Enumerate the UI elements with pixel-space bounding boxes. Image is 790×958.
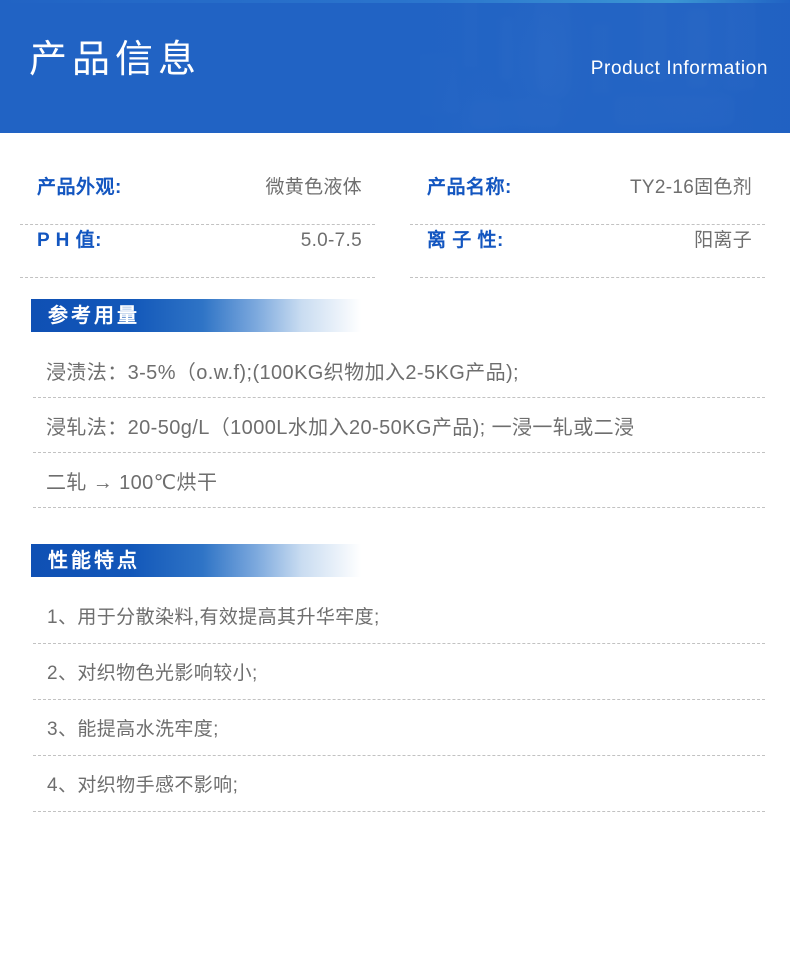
features-section-title: 性能特点 xyxy=(48,549,140,572)
spec-label-product-name: 产品名称: xyxy=(427,177,512,198)
dosage-row-1: 浸渍法：3-5%（o.w.f);(100KG织物加入2-5KG产品); xyxy=(33,343,765,398)
spec-label-ph: P H 值: xyxy=(37,230,102,251)
dosage-row-3: 二轧 → 100℃烘干 xyxy=(33,453,765,508)
feature-row-1: 1、用于分散染料,有效提高其升华牢度; xyxy=(33,588,765,644)
features-section-header: 性能特点 xyxy=(31,544,361,577)
spec-row-appearance: 产品外观: 微黄色液体 xyxy=(20,172,375,225)
page-header-banner: 产品信息 Product Information xyxy=(0,0,790,133)
feature-row-2: 2、对织物色光影响较小; xyxy=(33,644,765,700)
feature-row-4: 4、对织物手感不影响; xyxy=(33,756,765,812)
page-subtitle-english: Product Information xyxy=(590,58,768,79)
spec-label-ionicity: 离 子 性: xyxy=(427,230,504,251)
feature-row-3: 3、能提高水洗牢度; xyxy=(33,700,765,756)
dosage-section-title: 参考用量 xyxy=(48,304,140,327)
features-list: 1、用于分散染料,有效提高其升华牢度; 2、对织物色光影响较小; 3、能提高水洗… xyxy=(0,588,790,812)
spec-value-product-name: TY2-16固色剂 xyxy=(629,177,752,198)
spec-label-appearance: 产品外观: xyxy=(37,177,122,198)
spec-column-right: 产品名称: TY2-16固色剂 离 子 性: 阳离子 xyxy=(410,172,765,278)
spec-value-appearance: 微黄色液体 xyxy=(265,177,362,198)
dosage-list: 浸渍法：3-5%（o.w.f);(100KG织物加入2-5KG产品); 浸轧法：… xyxy=(0,343,790,508)
dosage-row-2: 浸轧法：20-50g/L（1000L水加入20-50KG产品); 一浸一轧或二浸 xyxy=(33,398,765,453)
spec-row-ph: P H 值: 5.0-7.5 xyxy=(20,225,375,278)
spec-value-ph: 5.0-7.5 xyxy=(300,230,362,251)
page-title: 产品信息 xyxy=(29,39,202,81)
dosage-section-header: 参考用量 xyxy=(31,299,361,332)
spec-row-product-name: 产品名称: TY2-16固色剂 xyxy=(410,172,765,225)
spec-column-left: 产品外观: 微黄色液体 P H 值: 5.0-7.5 xyxy=(20,172,375,278)
dosage-section: 参考用量 xyxy=(0,299,790,332)
specification-table: 产品外观: 微黄色液体 P H 值: 5.0-7.5 产品名称: TY2-16固… xyxy=(0,172,790,278)
features-section: 性能特点 xyxy=(0,544,790,577)
banner-top-accent-line xyxy=(0,0,790,3)
spec-value-ionicity: 阳离子 xyxy=(694,230,752,251)
spec-row-ionicity: 离 子 性: 阳离子 xyxy=(410,225,765,278)
